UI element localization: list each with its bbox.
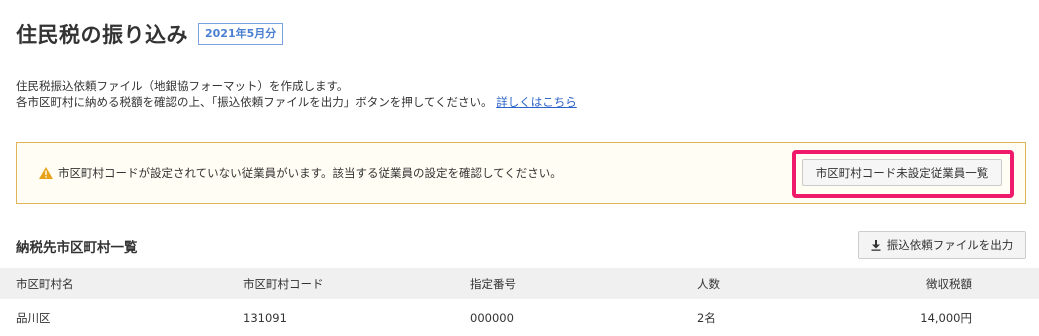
cell-municipality-name: 品川区 bbox=[16, 310, 51, 325]
page: 住民税の振り込み 2021年5月分 住民税振込依頼ファイル（地銀協フォーマット）… bbox=[0, 0, 1039, 336]
alert-message-row: 市区町村コードが設定されていない従業員がいます。該当する従業員の設定を確認してく… bbox=[39, 165, 562, 181]
period-badge: 2021年5月分 bbox=[198, 23, 284, 45]
table-header: 市区町村名 市区町村コード 指定番号 人数 徴収税額 bbox=[0, 268, 1039, 299]
column-header-municipality-name: 市区町村名 bbox=[16, 276, 74, 291]
export-button-label: 振込依頼ファイルを出力 bbox=[886, 238, 1014, 252]
table-row: 品川区 131091 000000 2名 14,000円 bbox=[0, 299, 1039, 336]
cell-tax-amount: 14,000円 bbox=[920, 310, 972, 325]
description-line-2: 各市区町村に納める税額を確認の上、「振込依頼ファイルを出力」ボタンを押してくださ… bbox=[16, 94, 577, 110]
help-link[interactable]: 詳しくはこちら bbox=[496, 95, 577, 109]
page-title: 住民税の振り込み bbox=[16, 23, 188, 47]
column-header-headcount: 人数 bbox=[697, 276, 720, 291]
column-header-designated-number: 指定番号 bbox=[470, 276, 516, 291]
description-line-1: 住民税振込依頼ファイル（地銀協フォーマット）を作成します。 bbox=[16, 79, 349, 93]
title-row: 住民税の振り込み 2021年5月分 bbox=[16, 19, 284, 49]
description-line-2-text: 各市区町村に納める税額を確認の上、「振込依頼ファイルを出力」ボタンを押してくださ… bbox=[16, 95, 493, 109]
warning-triangle-icon bbox=[39, 167, 53, 179]
cell-municipality-code: 131091 bbox=[243, 310, 287, 325]
cell-designated-number: 000000 bbox=[470, 310, 514, 325]
download-icon bbox=[871, 239, 881, 251]
unset-employees-list-button[interactable]: 市区町村コード未設定従業員一覧 bbox=[802, 159, 1002, 186]
column-header-municipality-code: 市区町村コード bbox=[243, 276, 324, 291]
export-transfer-file-button[interactable]: 振込依頼ファイルを出力 bbox=[858, 231, 1026, 259]
alert-message: 市区町村コードが設定されていない従業員がいます。該当する従業員の設定を確認してく… bbox=[58, 166, 562, 180]
column-header-tax-amount: 徴収税額 bbox=[926, 276, 972, 291]
description: 住民税振込依頼ファイル（地銀協フォーマット）を作成します。 各市区町村に納める税… bbox=[16, 78, 577, 110]
section-title: 納税先市区町村一覧 bbox=[16, 240, 138, 256]
cell-headcount: 2名 bbox=[697, 310, 716, 325]
